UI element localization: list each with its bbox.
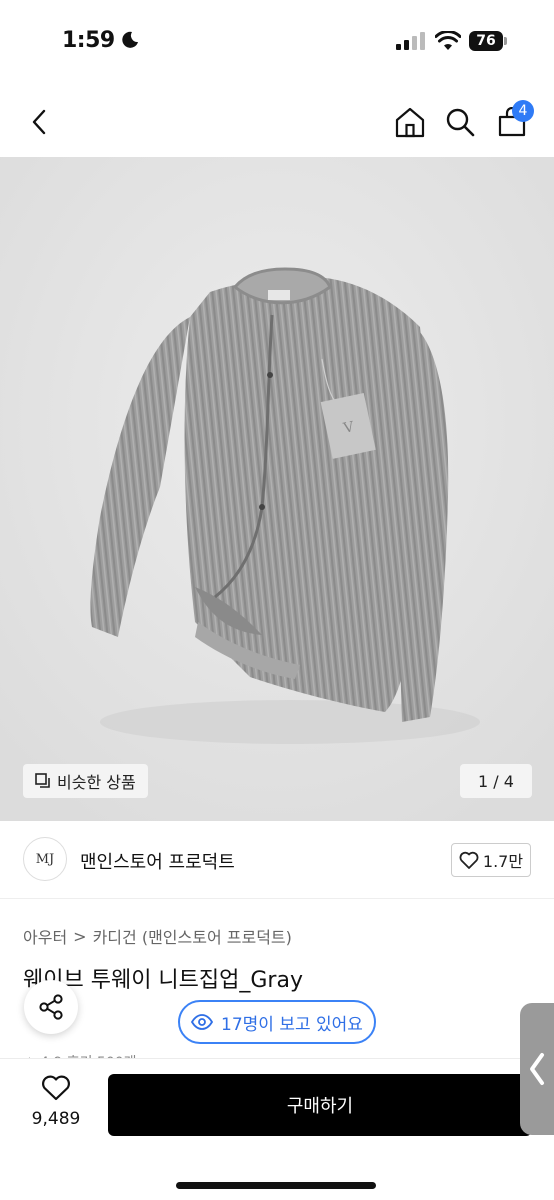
- store-like-button[interactable]: 1.7만: [451, 843, 531, 877]
- heart-icon: [42, 1075, 70, 1101]
- breadcrumb-separator: >: [73, 926, 87, 946]
- back-icon: [32, 109, 46, 135]
- bottom-action-bar: 9,489 구매하기: [0, 1058, 554, 1200]
- similar-icon: [35, 773, 50, 788]
- home-icon: [395, 107, 425, 138]
- store-likes-count: 1.7만: [482, 852, 524, 871]
- breadcrumb-outer[interactable]: 아우터: [23, 924, 67, 948]
- search-icon: [446, 108, 475, 137]
- battery-level: 76: [469, 31, 503, 51]
- battery-indicator: 76: [469, 31, 507, 51]
- wifi-icon: [435, 31, 461, 50]
- cart-count-badge: 4: [512, 100, 534, 122]
- share-button[interactable]: [24, 980, 78, 1034]
- moon-icon: [122, 31, 138, 48]
- search-button[interactable]: [438, 100, 482, 144]
- signal-icon: [396, 32, 425, 50]
- store-row[interactable]: MJ 맨인스토어 프로덕트 1.7만: [0, 821, 554, 899]
- wishlist-button[interactable]: 9,489: [24, 1075, 88, 1129]
- store-logo: MJ: [23, 837, 67, 881]
- eye-icon: [191, 1014, 214, 1030]
- store-name[interactable]: 맨인스토어 프로덕트: [80, 848, 235, 874]
- wishlist-count: 9,489: [31, 1109, 81, 1129]
- status-bar: 1:59 76: [0, 0, 554, 84]
- back-button[interactable]: [18, 100, 62, 144]
- similar-products-button[interactable]: 비슷한 상품: [23, 764, 148, 798]
- heart-icon: [459, 851, 479, 869]
- cardigan-image: Ⅴ: [0, 157, 554, 821]
- chevron-left-icon: [530, 1053, 544, 1085]
- home-button[interactable]: [388, 100, 432, 144]
- cart-button[interactable]: 4: [490, 100, 534, 144]
- image-counter: 1 / 4: [460, 764, 532, 798]
- side-panel-handle[interactable]: [520, 1003, 554, 1135]
- breadcrumb-cardigan[interactable]: 카디건 (맨인스토어 프로덕트): [93, 924, 292, 948]
- status-time: 1:59: [62, 28, 115, 53]
- top-nav: 4: [0, 90, 554, 154]
- home-indicator: [176, 1182, 376, 1189]
- viewers-badge: 17명이 보고 있어요: [178, 1000, 376, 1044]
- breadcrumb: 아우터 > 카디건 (맨인스토어 프로덕트): [23, 924, 292, 948]
- buy-button[interactable]: 구매하기: [108, 1074, 532, 1136]
- similar-products-label: 비슷한 상품: [57, 773, 136, 792]
- product-image[interactable]: Ⅴ: [0, 157, 554, 821]
- viewers-label: 17명이 보고 있어요: [221, 1014, 363, 1035]
- share-icon: [39, 994, 63, 1020]
